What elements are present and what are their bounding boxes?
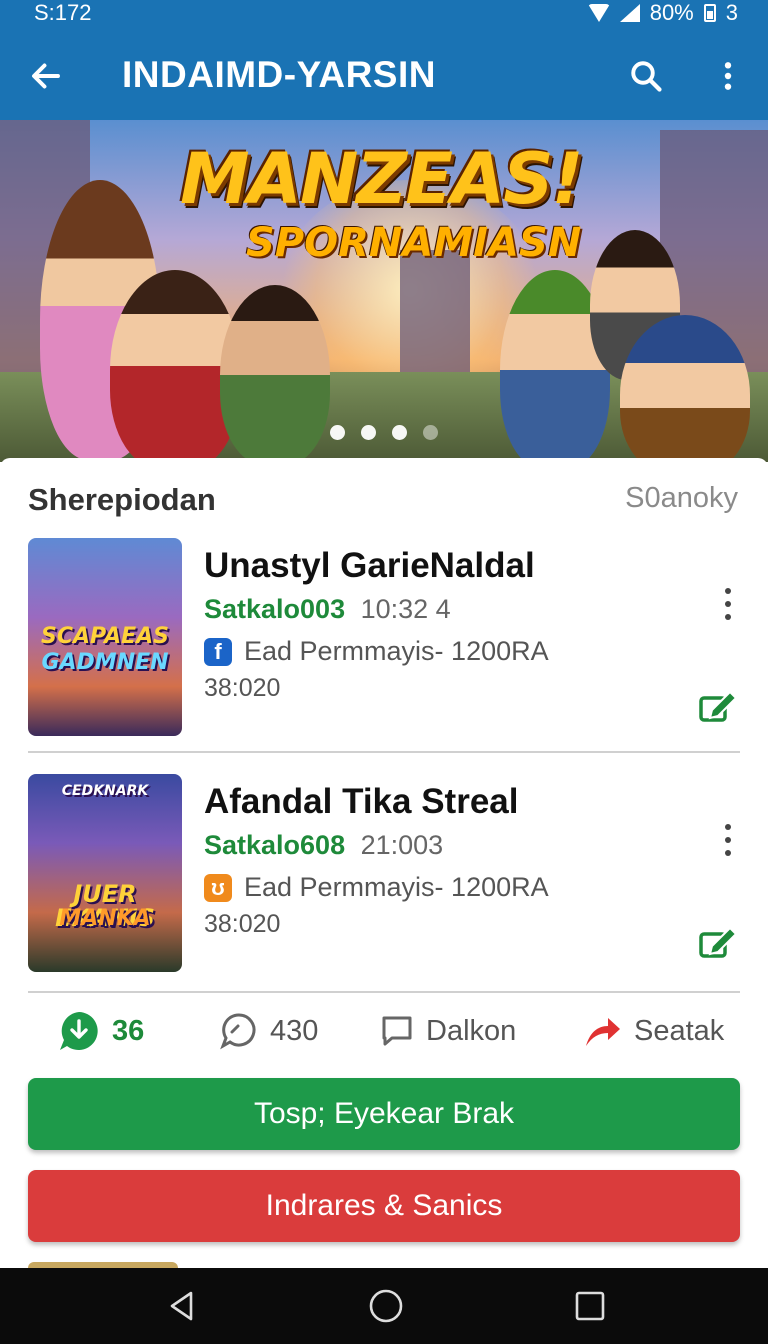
item-source: f Ead Permmayis- 1200RA	[204, 636, 549, 667]
edit-icon[interactable]	[698, 924, 738, 960]
hero-bearded	[220, 285, 330, 462]
divider	[28, 991, 740, 993]
carousel-indicator	[330, 425, 438, 440]
item-source-text: Ead Permmayis- 1200RA	[244, 636, 549, 666]
chat-label: Dalkon	[426, 1014, 517, 1047]
carousel-dot[interactable]	[392, 425, 407, 440]
comment-count: 430	[270, 1014, 319, 1047]
nav-back-button[interactable]	[162, 1286, 202, 1326]
item-source: ʊ Ead Permmayis- 1200RA	[204, 872, 549, 903]
section-title: Sherepiodan	[28, 482, 216, 517]
search-icon	[631, 61, 662, 92]
item-user[interactable]: Satkalo608	[204, 830, 345, 860]
item-title: Afandal Tika Streal	[204, 782, 519, 821]
item-meta: Satkalo003 10:32 4	[204, 594, 451, 625]
back-button[interactable]	[22, 52, 70, 100]
more-vertical-icon[interactable]	[716, 820, 740, 860]
section-link[interactable]: S0anoky	[625, 482, 738, 515]
arrow-left-icon	[32, 63, 60, 89]
thumb-subtitle: MANKA	[59, 906, 151, 931]
carousel-dot[interactable]	[361, 425, 376, 440]
primary-action-button[interactable]: Tosp; Eyekear Brak	[28, 1078, 740, 1150]
hero-blue-helmet	[620, 315, 750, 462]
content-card: Sherepiodan S0anoky SCAPAEAS GADMNEN Una…	[0, 458, 768, 1274]
item-user[interactable]: Satkalo003	[204, 594, 345, 624]
share-label: Seatak	[634, 1014, 725, 1047]
triangle-back-icon	[170, 1291, 193, 1321]
item-date: 38:020	[204, 674, 281, 702]
chat-icon	[382, 1016, 412, 1046]
banner-subtitle: SPORNAMIASN	[246, 220, 582, 266]
action-bar: 36 430 Dalkon Seatak	[28, 1006, 740, 1056]
carousel-dot[interactable]	[423, 425, 438, 440]
chat-button[interactable]: Dalkon	[380, 1006, 516, 1056]
divider	[28, 751, 740, 753]
battery-icon	[703, 4, 716, 22]
nav-recents-button[interactable]	[570, 1286, 610, 1326]
list-item[interactable]: SCAPAEAS GADMNEN Unastyl GarieNaldal Sat…	[28, 538, 740, 748]
square-recents-icon	[575, 1291, 605, 1321]
secondary-action-button[interactable]: Indrares & Sanics	[28, 1170, 740, 1242]
thumb-title: SCAPAEAS	[40, 624, 170, 649]
share-button[interactable]: Seatak	[584, 1006, 724, 1056]
like-count: 36	[112, 1014, 145, 1047]
edit-icon[interactable]	[698, 688, 738, 724]
status-time: S:172	[34, 0, 92, 25]
nav-home-button[interactable]	[366, 1286, 406, 1326]
status-indicators: 80% 3	[587, 0, 738, 26]
system-nav-bar	[0, 1268, 768, 1344]
comment-button[interactable]: 430	[220, 1006, 318, 1056]
search-button[interactable]	[622, 52, 670, 100]
download-bubble-icon	[60, 1012, 98, 1050]
status-bar: S:172 80% 3	[0, 0, 768, 26]
item-title: Unastyl GarieNaldal	[204, 546, 535, 585]
item-meta: Satkalo608 21:003	[204, 830, 443, 861]
thumb-caption: CEDKNARK	[61, 783, 149, 799]
list-item[interactable]: CEDKNARK JUER EKANIS MANKA Afandal Tika …	[28, 774, 740, 984]
battery-text: 80%	[649, 0, 694, 25]
overflow-menu-button[interactable]	[704, 52, 752, 100]
item-date: 38:020	[204, 910, 281, 938]
app-bar: INDAIMD-YARSIN	[0, 38, 768, 114]
share-arrow-icon	[586, 1018, 620, 1046]
item-source-text: Ead Permmayis- 1200RA	[244, 872, 549, 902]
more-vertical-icon[interactable]	[716, 584, 740, 624]
item-time: 21:003	[360, 830, 444, 860]
wifi-icon	[587, 4, 610, 22]
item-thumbnail: SCAPAEAS GADMNEN	[28, 538, 182, 736]
circle-home-icon	[369, 1289, 403, 1323]
like-button[interactable]: 36	[58, 1006, 144, 1056]
top-bar: S:172 80% 3 INDAIMD-YARSIN	[0, 0, 768, 120]
more-vertical-icon	[724, 62, 732, 90]
facebook-icon: f	[204, 637, 232, 666]
comment-icon	[220, 1013, 256, 1050]
carousel-dot[interactable]	[330, 425, 345, 440]
item-thumbnail: CEDKNARK JUER EKANIS MANKA	[28, 774, 182, 972]
sim-indicator: 3	[725, 0, 738, 25]
signal-icon	[619, 4, 640, 22]
item-time: 10:32 4	[360, 594, 451, 624]
app-title: INDAIMD-YARSIN	[122, 54, 436, 95]
featured-banner[interactable]: MANZEAS! SPORNAMIASN	[0, 120, 768, 462]
app-icon: ʊ	[204, 873, 232, 902]
banner-title: MANZEAS!	[180, 138, 584, 220]
thumb-subtitle: GADMNEN	[41, 650, 169, 675]
